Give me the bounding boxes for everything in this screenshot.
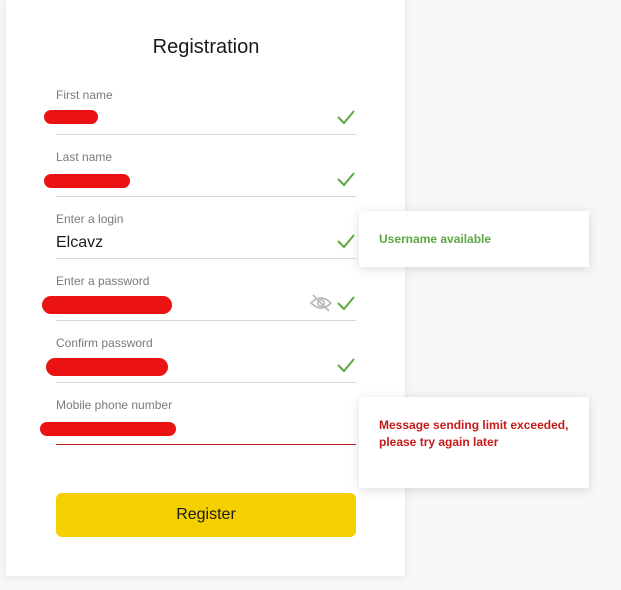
redaction-mark	[44, 174, 130, 188]
check-icon	[337, 172, 355, 187]
redaction-mark	[40, 422, 176, 436]
check-icon	[337, 358, 355, 373]
registration-page: Registration First name Ro Last name Ent…	[0, 0, 621, 590]
tooltip-text: Username available	[379, 232, 492, 246]
check-icon	[337, 296, 355, 311]
page-title: Registration	[152, 36, 260, 58]
eye-slash-icon[interactable]	[310, 294, 332, 312]
first-name-field[interactable]: First name Ro	[44, 88, 356, 135]
register-button[interactable]: Register	[56, 493, 356, 537]
login-value[interactable]: Elcavz	[56, 234, 103, 252]
first-name-label: First name	[56, 88, 113, 102]
redaction-mark	[46, 358, 168, 376]
check-icon	[337, 110, 355, 125]
username-available-tooltip: Username available	[359, 211, 589, 267]
login-field[interactable]: Enter a login Elcavz	[56, 212, 356, 259]
last-name-field[interactable]: Last name	[44, 150, 356, 197]
phone-field[interactable]: Mobile phone number	[40, 398, 356, 445]
redaction-mark	[42, 296, 172, 314]
last-name-label: Last name	[56, 150, 113, 164]
tooltip-text: Message sending limit exceeded, please t…	[379, 418, 569, 449]
confirm-password-field[interactable]: Confirm password	[46, 336, 356, 383]
confirm-password-label: Confirm password	[56, 336, 153, 350]
check-icon	[337, 234, 355, 249]
login-label: Enter a login	[56, 212, 124, 226]
redaction-mark	[44, 110, 98, 124]
phone-error-tooltip: Message sending limit exceeded, please t…	[359, 397, 589, 488]
password-label: Enter a password	[56, 274, 150, 288]
password-field[interactable]: Enter a password	[42, 274, 356, 321]
phone-label: Mobile phone number	[56, 398, 173, 412]
